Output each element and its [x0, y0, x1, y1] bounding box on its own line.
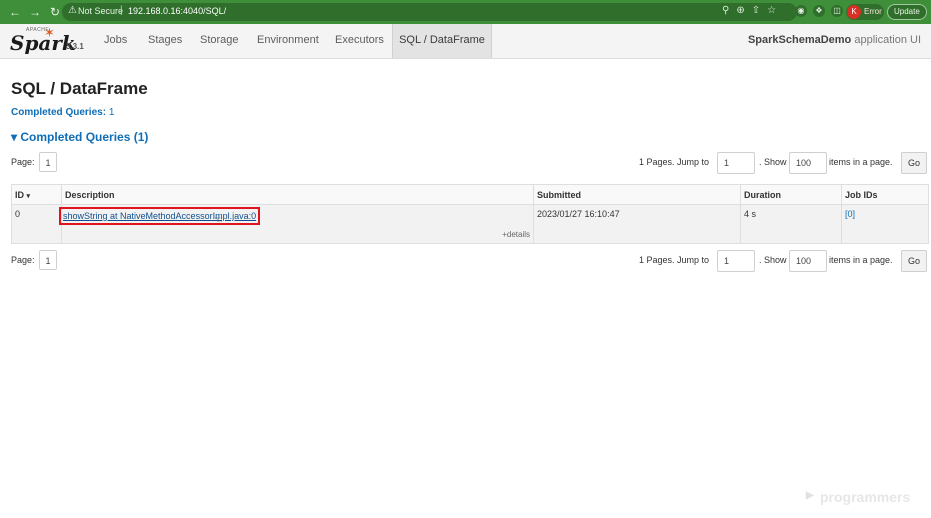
url-separator: |: [120, 5, 123, 16]
puzzle-icon[interactable]: ❖: [813, 5, 825, 17]
go-button[interactable]: Go: [901, 250, 927, 272]
update-button[interactable]: Update: [887, 4, 927, 20]
tab-environment[interactable]: Environment: [257, 24, 319, 58]
page-label: Page:: [11, 255, 35, 265]
bookmark-star-icon[interactable]: ☆: [767, 5, 776, 17]
watermark-text: programmers: [820, 489, 911, 505]
address-bar[interactable]: ⚠ Not Secure | 192.168.0.16:4040/SQL/: [62, 3, 797, 21]
page-size-input[interactable]: 100: [789, 250, 827, 272]
header-job-ids[interactable]: Job IDs: [841, 184, 929, 205]
tab-storage[interactable]: Storage: [200, 24, 239, 58]
show-text: . Show: [759, 157, 787, 167]
items-text: items in a page.: [829, 255, 893, 265]
zoom-icon[interactable]: ⊕: [736, 5, 744, 17]
section-title: Completed Queries (1): [20, 130, 149, 144]
summary-value: 1: [108, 107, 115, 118]
error-label: Error: [864, 7, 882, 16]
page-number-button[interactable]: 1: [39, 152, 57, 172]
jump-to-input[interactable]: 1: [717, 152, 755, 174]
sort-down-icon: ▾: [26, 192, 31, 200]
completed-queries-toggle[interactable]: ▾ Completed Queries (1): [11, 130, 148, 144]
browser-toolbar: ← → ↻ ⚠ Not Secure | 192.168.0.16:4040/S…: [0, 0, 931, 24]
page-label: Page:: [11, 157, 35, 167]
warning-icon[interactable]: ⚠: [68, 5, 77, 16]
jump-to-input[interactable]: 1: [717, 250, 755, 272]
job-id-link[interactable]: [0]: [845, 209, 855, 219]
tab-jobs[interactable]: Jobs: [104, 24, 127, 58]
show-text: . Show: [759, 255, 787, 265]
spark-star-icon: ✶: [44, 25, 55, 40]
application-name: SparkSchemaDemo application UI: [748, 24, 921, 58]
sidebar-icon[interactable]: ◫: [831, 5, 843, 17]
completed-queries-table: ID ▾ Description Submitted Duration Job …: [11, 184, 929, 244]
spark-logo[interactable]: APACHE Spark ✶ 3.3.1: [10, 25, 90, 55]
details-toggle[interactable]: +details: [502, 230, 530, 239]
header-submitted[interactable]: Submitted: [533, 184, 741, 205]
update-label: Update: [894, 7, 920, 16]
pager-controls: 1 Pages. Jump to 1 . Show 100 items in a…: [639, 250, 929, 272]
avatar: K: [847, 5, 861, 19]
cell-id: 0: [11, 204, 62, 244]
extension-icon[interactable]: ◉: [795, 5, 807, 17]
tab-stages[interactable]: Stages: [148, 24, 182, 58]
summary-label: Completed Queries:: [11, 107, 107, 118]
spark-navbar: APACHE Spark ✶ 3.3.1 Jobs Stages Storage…: [0, 24, 931, 59]
url-text: 192.168.0.16:4040/SQL/: [128, 6, 227, 16]
tab-sql-dataframe[interactable]: SQL / DataFrame: [392, 24, 492, 58]
share-icon[interactable]: ⇧: [752, 5, 760, 17]
header-duration[interactable]: Duration: [740, 184, 842, 205]
header-description[interactable]: Description: [61, 184, 534, 205]
watermark-logo-icon: ▶: [806, 490, 814, 501]
caret-down-icon: ▾: [11, 130, 18, 144]
tab-executors[interactable]: Executors: [335, 24, 384, 58]
mouse-cursor-icon: ☜: [214, 215, 223, 226]
cell-job-ids: [0]: [841, 204, 929, 244]
spark-version: 3.3.1: [66, 42, 84, 51]
header-id[interactable]: ID ▾: [11, 184, 62, 205]
items-text: items in a page.: [829, 157, 893, 167]
app-name-suffix: application UI: [854, 34, 921, 46]
query-description-link[interactable]: showString at NativeMethodAccessorImpl.j…: [59, 207, 261, 225]
app-name-bold: SparkSchemaDemo: [747, 34, 852, 46]
table-row: 0 showString at NativeMethodAccessorImpl…: [11, 204, 929, 244]
back-arrow-icon[interactable]: ←: [8, 4, 22, 20]
go-button[interactable]: Go: [901, 152, 927, 174]
pager-top: Page: 1 1 Pages. Jump to 1 . Show 100 it…: [11, 152, 929, 174]
forward-arrow-icon[interactable]: →: [28, 4, 42, 20]
browser-nav-buttons: ← → ↻: [8, 4, 62, 20]
address-bar-actions: ⚲ ⊕ ⇧ ☆: [722, 5, 776, 17]
page-number-button[interactable]: 1: [39, 250, 57, 270]
header-id-label: ID: [15, 189, 24, 200]
profile-error-button[interactable]: K Error: [846, 4, 884, 20]
pager-controls: 1 Pages. Jump to 1 . Show 100 items in a…: [639, 152, 929, 174]
page-size-input[interactable]: 100: [789, 152, 827, 174]
cell-submitted: 2023/01/27 16:10:47: [533, 204, 741, 244]
extension-icons: ◉ ❖ ◫: [795, 5, 843, 17]
reload-icon[interactable]: ↻: [48, 4, 62, 20]
pages-text: 1 Pages. Jump to: [639, 255, 710, 265]
completed-queries-summary[interactable]: Completed Queries: 1: [11, 107, 114, 118]
search-icon[interactable]: ⚲: [722, 5, 729, 17]
page-title: SQL / DataFrame: [11, 79, 148, 98]
pager-bottom: Page: 1 1 Pages. Jump to 1 . Show 100 it…: [11, 250, 929, 272]
not-secure-label: Not Secure: [78, 6, 124, 16]
cell-duration: 4 s: [740, 204, 842, 244]
watermark: ▶ programmers: [806, 489, 911, 505]
pages-text: 1 Pages. Jump to: [639, 157, 710, 167]
cell-description: showString at NativeMethodAccessorImpl.j…: [59, 204, 534, 244]
